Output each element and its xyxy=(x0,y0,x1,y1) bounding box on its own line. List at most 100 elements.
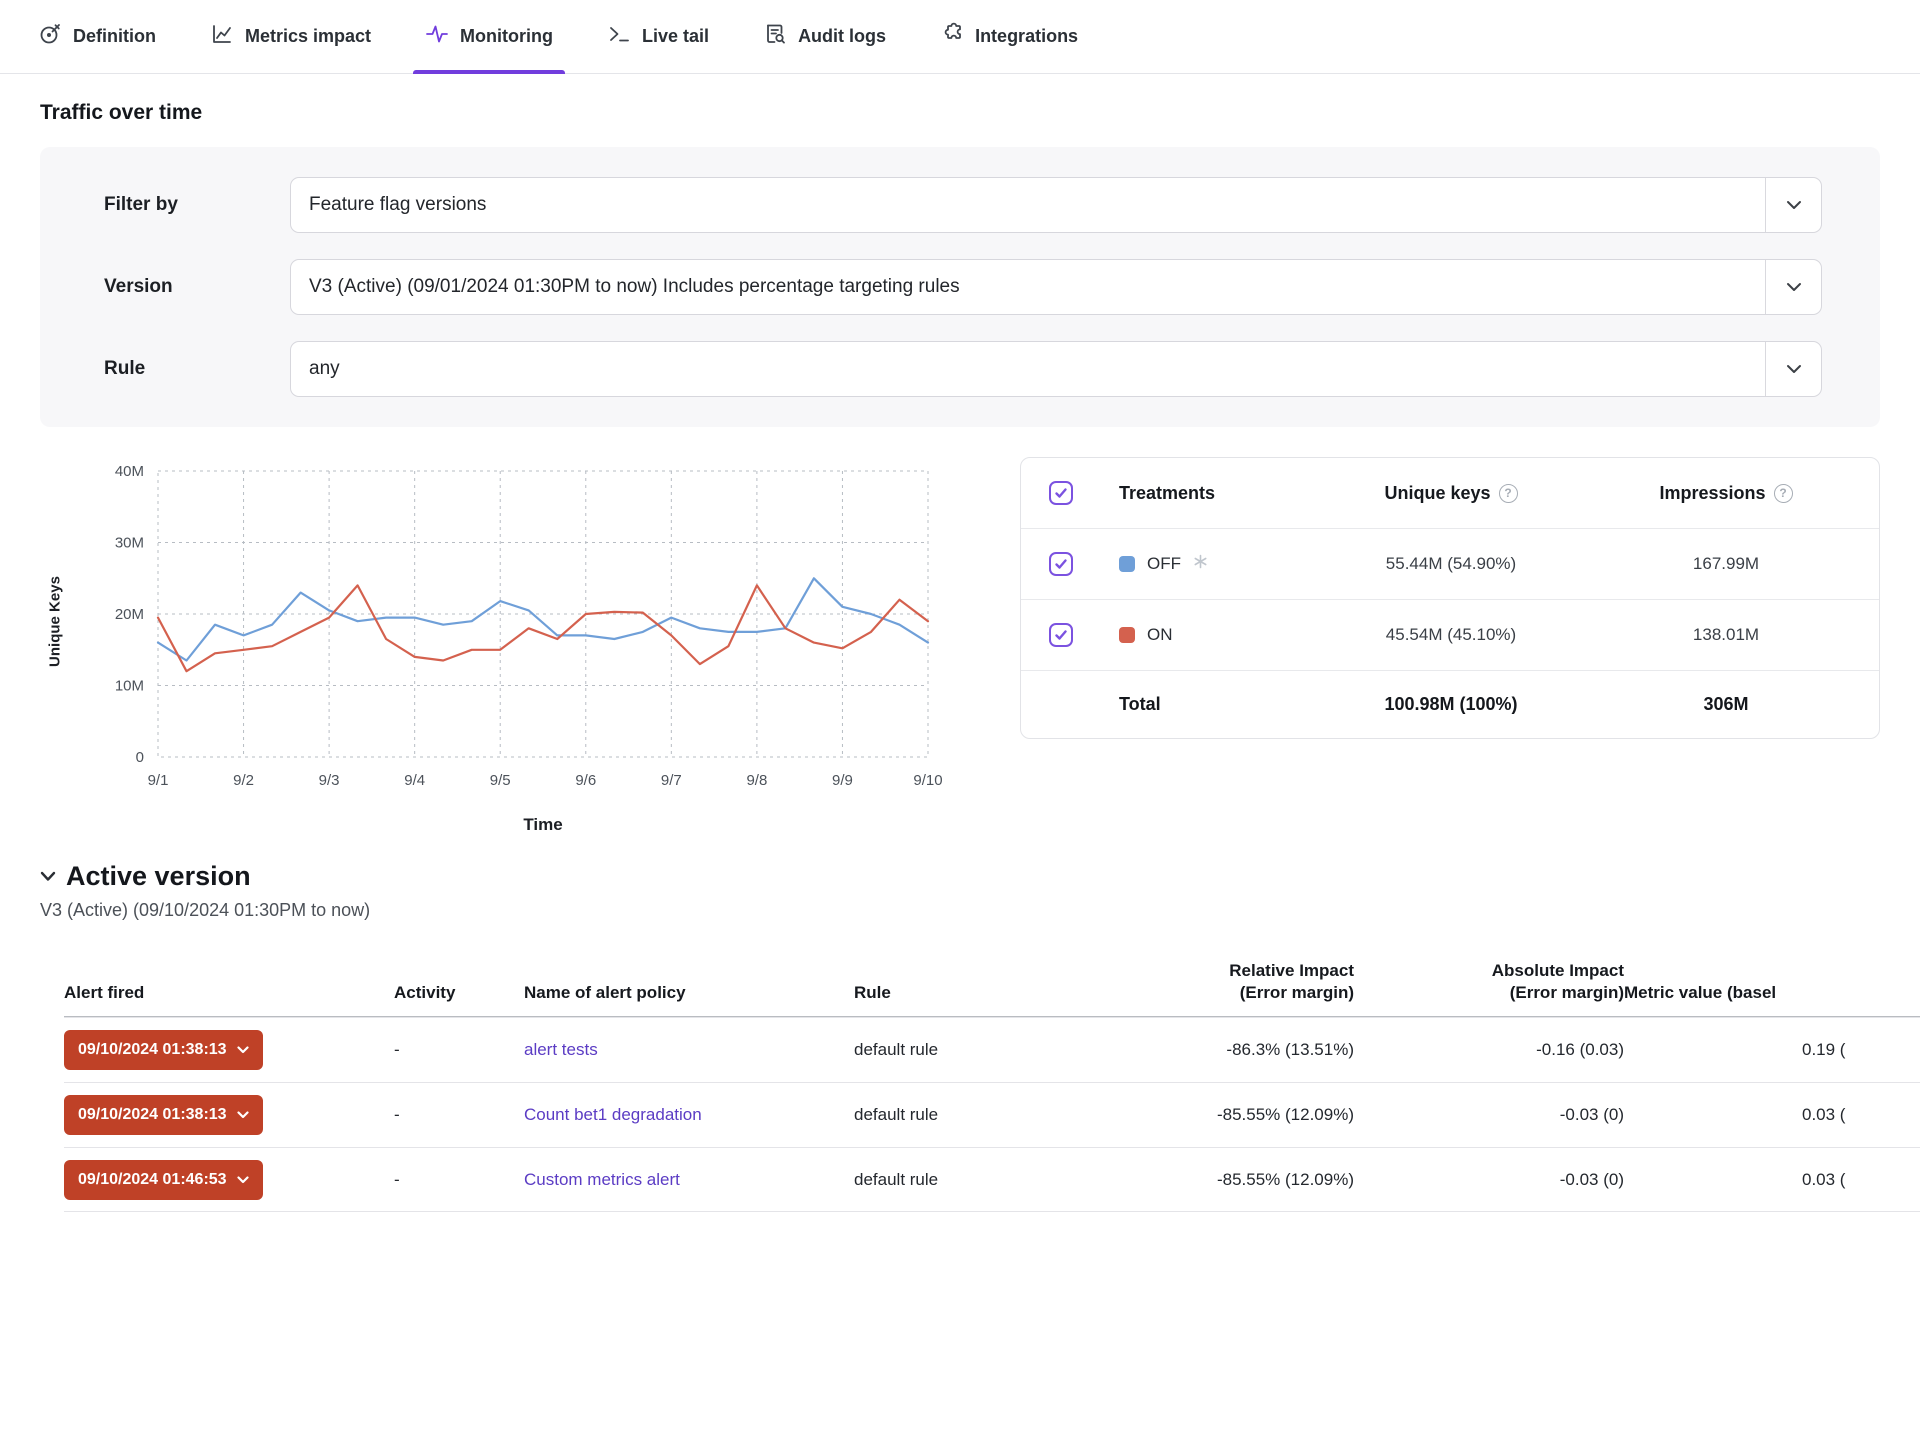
treatments-header-row: Treatments Unique keys Impressions xyxy=(1021,458,1879,528)
filter-row-rule: Rule any xyxy=(104,341,1822,397)
policy-cell: Count bet1 degradation xyxy=(524,1105,854,1125)
chevron-down-icon xyxy=(1765,260,1821,314)
col-alert-fired: Alert fired xyxy=(64,982,394,1004)
svg-text:9/1: 9/1 xyxy=(148,772,169,789)
absolute-impact-cell: -0.03 (0) xyxy=(1354,1170,1624,1190)
help-icon[interactable] xyxy=(1499,484,1518,503)
chart-x-axis-label: Time xyxy=(158,815,928,835)
treatment-off-checkbox[interactable] xyxy=(1049,552,1073,576)
puzzle-piece-icon xyxy=(940,22,964,51)
on-impressions: 138.01M xyxy=(1601,625,1851,645)
definition-icon xyxy=(38,22,62,51)
treatment-on-label: ON xyxy=(1119,625,1301,645)
active-version-title: Active version xyxy=(66,861,251,892)
tab-definition[interactable]: Definition xyxy=(26,0,168,73)
off-impressions: 167.99M xyxy=(1601,554,1851,574)
unique-keys-header: Unique keys xyxy=(1301,483,1601,504)
tab-monitoring[interactable]: Monitoring xyxy=(413,0,565,73)
rule-cell: default rule xyxy=(854,1170,1094,1190)
treatment-row-on: ON 45.54M (45.10%) 138.01M xyxy=(1021,599,1879,670)
svg-text:0: 0 xyxy=(136,749,144,766)
active-version-toggle[interactable]: Active version xyxy=(40,861,1920,892)
help-icon[interactable] xyxy=(1774,484,1793,503)
alert-policy-link[interactable]: Custom metrics alert xyxy=(524,1170,680,1189)
version-select[interactable]: V3 (Active) (09/01/2024 01:30PM to now) … xyxy=(290,259,1822,315)
tab-live-tail[interactable]: Live tail xyxy=(595,0,721,73)
select-all-checkbox[interactable] xyxy=(1049,481,1073,505)
tab-label: Monitoring xyxy=(460,26,553,47)
col-activity: Activity xyxy=(394,982,524,1004)
chart-section: Unique Keys 010M20M30M40M9/19/29/39/49/5… xyxy=(0,427,1920,835)
metric-value-cell: 0.19 ( xyxy=(1624,1040,1920,1060)
metric-value-cell: 0.03 ( xyxy=(1624,1105,1920,1125)
chevron-down-icon xyxy=(237,1111,249,1119)
svg-text:9/5: 9/5 xyxy=(490,772,511,789)
relative-impact-cell: -85.55% (12.09%) xyxy=(1094,1105,1354,1125)
total-impressions: 306M xyxy=(1601,694,1851,715)
chart-y-axis-label: Unique Keys xyxy=(47,547,64,697)
tab-label: Live tail xyxy=(642,26,709,47)
off-unique-keys: 55.44M (54.90%) xyxy=(1301,554,1601,574)
treatments-total-row: Total 100.98M (100%) 306M xyxy=(1021,670,1879,738)
impressions-label: Impressions xyxy=(1659,483,1765,504)
relative-impact-cell: -86.3% (13.51%) xyxy=(1094,1040,1354,1060)
alert-policy-link[interactable]: Count bet1 degradation xyxy=(524,1105,702,1124)
chevron-down-icon xyxy=(237,1176,249,1184)
chevron-down-icon xyxy=(237,1046,249,1054)
filter-row-filter-by: Filter by Feature flag versions xyxy=(104,177,1822,233)
rule-select[interactable]: any xyxy=(290,341,1822,397)
tab-bar: Definition Metrics impact Monitoring Liv… xyxy=(0,0,1920,74)
treatment-name: ON xyxy=(1147,625,1173,645)
rule-value: any xyxy=(309,358,1765,380)
alert-fired-time: 09/10/2024 01:38:13 xyxy=(78,1041,227,1059)
alert-fired-time: 09/10/2024 01:38:13 xyxy=(78,1106,227,1124)
chevron-down-icon xyxy=(1765,178,1821,232)
col-metric-value: Metric value (basel xyxy=(1624,982,1920,1004)
tab-metrics-impact[interactable]: Metrics impact xyxy=(198,0,383,73)
alert-fired-badge[interactable]: 09/10/2024 01:46:53 xyxy=(64,1160,263,1200)
tab-audit-logs[interactable]: Audit logs xyxy=(751,0,898,73)
filter-by-select[interactable]: Feature flag versions xyxy=(290,177,1822,233)
treatment-row-off: OFF 55.44M (54.90%) 167.99M xyxy=(1021,528,1879,599)
tab-label: Metrics impact xyxy=(245,26,371,47)
treatment-off-label: OFF xyxy=(1119,554,1301,574)
on-series-swatch xyxy=(1119,627,1135,643)
svg-text:10M: 10M xyxy=(115,678,144,695)
tab-integrations[interactable]: Integrations xyxy=(928,0,1090,73)
col-line1: Relative Impact xyxy=(1094,960,1354,982)
alerts-header-row: Alert fired Activity Name of alert polic… xyxy=(64,951,1920,1017)
svg-text:9/7: 9/7 xyxy=(661,772,682,789)
svg-text:30M: 30M xyxy=(115,535,144,552)
alert-row: 09/10/2024 01:38:13 - alert tests defaul… xyxy=(64,1017,1920,1082)
unique-keys-label: Unique keys xyxy=(1384,483,1490,504)
svg-text:20M: 20M xyxy=(115,606,144,623)
on-unique-keys: 45.54M (45.10%) xyxy=(1301,625,1601,645)
filter-by-value: Feature flag versions xyxy=(309,194,1765,216)
document-search-icon xyxy=(763,22,787,51)
col-line2: (Error margin) xyxy=(1094,982,1354,1004)
col-absolute-impact: Absolute Impact (Error margin) xyxy=(1354,960,1624,1004)
tab-label: Integrations xyxy=(975,26,1078,47)
tab-label: Audit logs xyxy=(798,26,886,47)
pulse-icon xyxy=(425,22,449,51)
alert-fired-badge[interactable]: 09/10/2024 01:38:13 xyxy=(64,1095,263,1135)
default-treatment-icon xyxy=(1193,554,1208,574)
col-policy: Name of alert policy xyxy=(524,982,854,1004)
treatments-card: Treatments Unique keys Impressions OFF xyxy=(1020,457,1880,739)
alerts-table-clip: Alert fired Activity Name of alert polic… xyxy=(64,951,1920,1212)
alert-fired-cell: 09/10/2024 01:38:13 xyxy=(64,1095,394,1135)
alert-fired-badge[interactable]: 09/10/2024 01:38:13 xyxy=(64,1030,263,1070)
rule-label: Rule xyxy=(104,358,290,380)
filter-row-version: Version V3 (Active) (09/01/2024 01:30PM … xyxy=(104,259,1822,315)
absolute-impact-cell: -0.16 (0.03) xyxy=(1354,1040,1624,1060)
alert-policy-link[interactable]: alert tests xyxy=(524,1040,598,1059)
traffic-chart-svg: 010M20M30M40M9/19/29/39/49/59/69/79/89/9… xyxy=(40,457,960,807)
rule-cell: default rule xyxy=(854,1040,1094,1060)
treatment-on-checkbox[interactable] xyxy=(1049,623,1073,647)
svg-text:9/3: 9/3 xyxy=(319,772,340,789)
svg-text:9/4: 9/4 xyxy=(404,772,425,789)
metric-value-cell: 0.03 ( xyxy=(1624,1170,1920,1190)
policy-cell: Custom metrics alert xyxy=(524,1170,854,1190)
tab-label: Definition xyxy=(73,26,156,47)
active-version-subtitle: V3 (Active) (09/10/2024 01:30PM to now) xyxy=(40,900,1920,921)
